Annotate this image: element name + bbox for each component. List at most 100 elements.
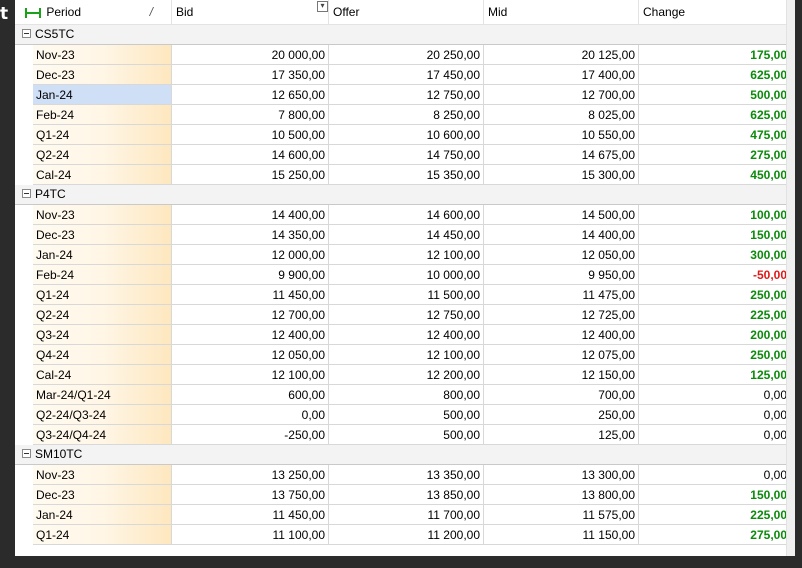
change-cell[interactable]: 300,00	[639, 245, 787, 265]
table-row[interactable]: Jan-24 12 000,00 12 100,00 12 050,00 300,00	[15, 245, 787, 265]
offer-cell[interactable]: 500,00	[329, 405, 484, 425]
column-header-mid[interactable]: Mid	[484, 0, 639, 24]
bid-cell[interactable]: -250,00	[172, 425, 329, 445]
bid-cell[interactable]: 14 400,00	[172, 205, 329, 225]
mid-cell[interactable]: 11 575,00	[484, 505, 639, 525]
change-cell[interactable]: 250,00	[639, 285, 787, 305]
change-cell[interactable]: 450,00	[639, 165, 787, 185]
offer-cell[interactable]: 17 450,00	[329, 65, 484, 85]
table-row[interactable]: Dec-23 14 350,00 14 450,00 14 400,00 150,00	[15, 225, 787, 245]
offer-cell[interactable]: 12 750,00	[329, 85, 484, 105]
change-cell[interactable]: 250,00	[639, 345, 787, 365]
vertical-scrollbar[interactable]	[786, 0, 795, 556]
bid-cell[interactable]: 12 100,00	[172, 365, 329, 385]
period-cell[interactable]: Nov-23	[33, 465, 172, 485]
bid-cell[interactable]: 7 800,00	[172, 105, 329, 125]
offer-cell[interactable]: 800,00	[329, 385, 484, 405]
collapse-icon[interactable]	[22, 29, 31, 38]
mid-cell[interactable]: 15 300,00	[484, 165, 639, 185]
bid-cell[interactable]: 15 250,00	[172, 165, 329, 185]
offer-cell[interactable]: 500,00	[329, 425, 484, 445]
period-cell[interactable]: Q2-24	[33, 145, 172, 165]
table-row[interactable]: Q1-24 11 100,00 11 200,00 11 150,00 275,00	[15, 525, 787, 545]
mid-cell[interactable]: 12 050,00	[484, 245, 639, 265]
offer-cell[interactable]: 14 750,00	[329, 145, 484, 165]
change-cell[interactable]: 225,00	[639, 505, 787, 525]
group-row[interactable]: P4TC	[15, 185, 787, 205]
mid-cell[interactable]: 14 500,00	[484, 205, 639, 225]
mid-cell[interactable]: 13 800,00	[484, 485, 639, 505]
offer-cell[interactable]: 8 250,00	[329, 105, 484, 125]
collapse-icon[interactable]	[22, 189, 31, 198]
bid-cell[interactable]: 10 500,00	[172, 125, 329, 145]
change-cell[interactable]: 275,00	[639, 525, 787, 545]
change-cell[interactable]: 0,00	[639, 385, 787, 405]
period-cell[interactable]: Q3-24/Q4-24	[33, 425, 172, 445]
offer-cell[interactable]: 11 200,00	[329, 525, 484, 545]
bid-cell[interactable]: 11 100,00	[172, 525, 329, 545]
mid-cell[interactable]: 12 700,00	[484, 85, 639, 105]
mid-cell[interactable]: 17 400,00	[484, 65, 639, 85]
bid-cell[interactable]: 14 350,00	[172, 225, 329, 245]
table-row[interactable]: Feb-24 7 800,00 8 250,00 8 025,00 625,00	[15, 105, 787, 125]
offer-cell[interactable]: 13 850,00	[329, 485, 484, 505]
mid-cell[interactable]: 9 950,00	[484, 265, 639, 285]
change-cell[interactable]: 625,00	[639, 105, 787, 125]
change-cell[interactable]: 0,00	[639, 465, 787, 485]
change-cell[interactable]: 0,00	[639, 405, 787, 425]
bid-cell[interactable]: 12 050,00	[172, 345, 329, 365]
table-row[interactable]: Nov-23 20 000,00 20 250,00 20 125,00 175,00	[15, 45, 787, 65]
period-cell[interactable]: Q3-24	[33, 325, 172, 345]
period-cell[interactable]: Dec-23	[33, 485, 172, 505]
change-cell[interactable]: 150,00	[639, 225, 787, 245]
table-row[interactable]: Q2-24 12 700,00 12 750,00 12 725,00 225,00	[15, 305, 787, 325]
change-cell[interactable]: 275,00	[639, 145, 787, 165]
change-cell[interactable]: 150,00	[639, 485, 787, 505]
table-row[interactable]: Jan-24 12 650,00 12 750,00 12 700,00 500,00	[15, 85, 787, 105]
mid-cell[interactable]: 20 125,00	[484, 45, 639, 65]
mid-cell[interactable]: 14 675,00	[484, 145, 639, 165]
mid-cell[interactable]: 125,00	[484, 425, 639, 445]
period-cell[interactable]: Jan-24	[33, 85, 172, 105]
offer-cell[interactable]: 10 000,00	[329, 265, 484, 285]
period-cell[interactable]: Cal-24	[33, 165, 172, 185]
bid-cell[interactable]: 11 450,00	[172, 285, 329, 305]
offer-cell[interactable]: 14 450,00	[329, 225, 484, 245]
mid-cell[interactable]: 700,00	[484, 385, 639, 405]
offer-cell[interactable]: 12 750,00	[329, 305, 484, 325]
bid-cell[interactable]: 12 650,00	[172, 85, 329, 105]
offer-cell[interactable]: 14 600,00	[329, 205, 484, 225]
change-cell[interactable]: 200,00	[639, 325, 787, 345]
table-row[interactable]: Cal-24 15 250,00 15 350,00 15 300,00 450,00	[15, 165, 787, 185]
offer-cell[interactable]: 12 100,00	[329, 345, 484, 365]
change-cell[interactable]: 175,00	[639, 45, 787, 65]
change-cell[interactable]: -50,00	[639, 265, 787, 285]
group-row[interactable]: SM10TC	[15, 445, 787, 465]
offer-cell[interactable]: 12 200,00	[329, 365, 484, 385]
period-cell[interactable]: Q2-24	[33, 305, 172, 325]
column-header-period[interactable]: Period /	[15, 0, 172, 24]
mid-cell[interactable]: 12 075,00	[484, 345, 639, 365]
mid-cell[interactable]: 12 725,00	[484, 305, 639, 325]
column-header-offer[interactable]: Offer	[329, 0, 484, 24]
period-cell[interactable]: Cal-24	[33, 365, 172, 385]
table-row[interactable]: Nov-23 14 400,00 14 600,00 14 500,00 100,00	[15, 205, 787, 225]
group-row[interactable]: CS5TC	[15, 25, 787, 45]
table-row[interactable]: Q1-24 10 500,00 10 600,00 10 550,00 475,00	[15, 125, 787, 145]
mid-cell[interactable]: 13 300,00	[484, 465, 639, 485]
column-header-change[interactable]: Change	[639, 0, 795, 24]
offer-cell[interactable]: 15 350,00	[329, 165, 484, 185]
period-cell[interactable]: Q1-24	[33, 125, 172, 145]
period-cell[interactable]: Nov-23	[33, 45, 172, 65]
period-cell[interactable]: Dec-23	[33, 65, 172, 85]
change-cell[interactable]: 125,00	[639, 365, 787, 385]
table-row[interactable]: Dec-23 17 350,00 17 450,00 17 400,00 625,00	[15, 65, 787, 85]
change-cell[interactable]: 475,00	[639, 125, 787, 145]
filter-dropdown-icon[interactable]: ▾	[317, 1, 328, 12]
bid-cell[interactable]: 12 700,00	[172, 305, 329, 325]
table-row[interactable]: Nov-23 13 250,00 13 350,00 13 300,00 0,00	[15, 465, 787, 485]
bid-cell[interactable]: 12 000,00	[172, 245, 329, 265]
table-row[interactable]: Q1-24 11 450,00 11 500,00 11 475,00 250,00	[15, 285, 787, 305]
mid-cell[interactable]: 250,00	[484, 405, 639, 425]
period-cell[interactable]: Dec-23	[33, 225, 172, 245]
